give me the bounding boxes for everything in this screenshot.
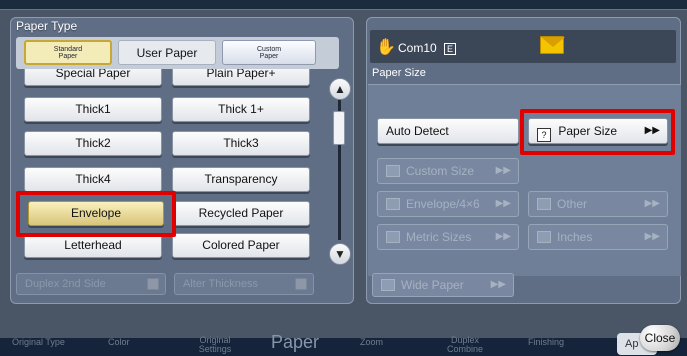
wide-paper-label: Wide Paper [401, 278, 464, 292]
wide-paper-button[interactable]: Wide Paper ▶▶ [372, 273, 514, 297]
paper-type-title: Paper Type [16, 19, 78, 33]
double-arrow-icon: ▶▶ [495, 165, 511, 176]
double-arrow-icon: ▶▶ [644, 198, 660, 209]
paper-size-highlight [520, 109, 675, 155]
nav-original-settings-line2: Settings [198, 344, 232, 354]
bottom-nav-bar [0, 338, 687, 356]
tab-custom-paper[interactable]: Custom Paper [222, 40, 316, 65]
nav-original-type[interactable]: Original Type [12, 338, 65, 347]
paper-type-thick3[interactable]: Thick3 [172, 131, 310, 156]
nav-color[interactable]: Color [108, 338, 130, 347]
tab-label: Custom [256, 45, 282, 53]
paper-type-thick2[interactable]: Thick2 [24, 131, 162, 156]
scrollbar-thumb[interactable] [333, 111, 345, 145]
inches-size-icon [537, 231, 551, 243]
nav-original-settings[interactable]: Original Settings [190, 336, 240, 354]
tray-icon: E [444, 43, 457, 55]
paper-type-special-paper[interactable]: Special Paper [24, 69, 162, 86]
envelope-4x6-label: Envelope/4×6 [406, 197, 480, 211]
hand-icon: ✋ [376, 39, 396, 56]
paper-type-thick1-plus[interactable]: Thick 1+ [172, 97, 310, 122]
double-arrow-icon: ▶▶ [495, 198, 511, 209]
scroll-up-button[interactable]: ▲ [329, 78, 351, 100]
double-arrow-icon: ▶▶ [490, 279, 506, 290]
paper-type-colored-paper[interactable]: Colored Paper [172, 233, 310, 258]
checkbox-icon [295, 278, 307, 290]
paper-type-plain-paper-plus[interactable]: Plain Paper+ [172, 69, 310, 86]
checkbox-icon [147, 278, 159, 290]
tab-user-paper[interactable]: User Paper [118, 40, 216, 65]
paper-size-section-label: Paper Size [372, 67, 426, 79]
inches-button[interactable]: Inches ▶▶ [528, 224, 668, 250]
duplex-second-side-label: Duplex 2nd Side [25, 278, 106, 290]
envelope-highlight [16, 191, 176, 237]
auto-detect-button[interactable]: Auto Detect [377, 118, 519, 144]
envelope-size-icon [386, 198, 400, 210]
paper-type-thick1[interactable]: Thick1 [24, 97, 162, 122]
inches-label: Inches [557, 230, 593, 244]
tab-label: Paper [58, 52, 78, 60]
envelope-icon [540, 36, 565, 54]
double-arrow-icon: ▶▶ [644, 231, 660, 242]
selected-size-text: Com10 [398, 41, 437, 55]
envelope-4x6-button[interactable]: Envelope/4×6 ▶▶ [377, 191, 519, 217]
duplex-second-side-option[interactable]: Duplex 2nd Side [16, 273, 166, 295]
paper-type-thick4[interactable]: Thick4 [24, 167, 162, 192]
selected-size-status: Com10 E [398, 41, 457, 55]
paper-type-transparency[interactable]: Transparency [172, 167, 310, 192]
paper-type-recycled-paper[interactable]: Recycled Paper [172, 201, 310, 226]
nav-paper[interactable]: Paper [271, 333, 319, 351]
scroll-down-button[interactable]: ▼ [329, 243, 351, 265]
other-label: Other [557, 197, 588, 211]
chevron-up-icon: ▲ [334, 82, 346, 96]
close-button[interactable]: Close [640, 325, 680, 351]
tab-standard-paper[interactable]: Standard Paper [24, 40, 112, 65]
tab-label: Paper [259, 52, 279, 60]
alter-thickness-label: Alter Thickness [183, 278, 258, 290]
double-arrow-icon: ▶▶ [495, 231, 511, 242]
tab-label: Standard [53, 45, 83, 53]
alter-thickness-option[interactable]: Alter Thickness [174, 273, 314, 295]
custom-size-button[interactable]: Custom Size ▶▶ [377, 158, 519, 184]
metric-size-icon [386, 231, 400, 243]
metric-sizes-label: Metric Sizes [406, 230, 472, 244]
nav-zoom[interactable]: Zoom [360, 338, 383, 347]
wide-paper-icon [381, 279, 395, 291]
nav-duplex-line2: Combine [446, 344, 484, 354]
nav-duplex-combine[interactable]: Duplex Combine [440, 336, 490, 354]
nav-finishing[interactable]: Finishing [528, 338, 564, 347]
other-button[interactable]: Other ▶▶ [528, 191, 668, 217]
custom-size-label: Custom Size [406, 164, 475, 178]
chevron-down-icon: ▼ [334, 247, 346, 261]
other-size-icon [537, 198, 551, 210]
custom-size-icon [386, 165, 400, 177]
metric-sizes-button[interactable]: Metric Sizes ▶▶ [377, 224, 519, 250]
